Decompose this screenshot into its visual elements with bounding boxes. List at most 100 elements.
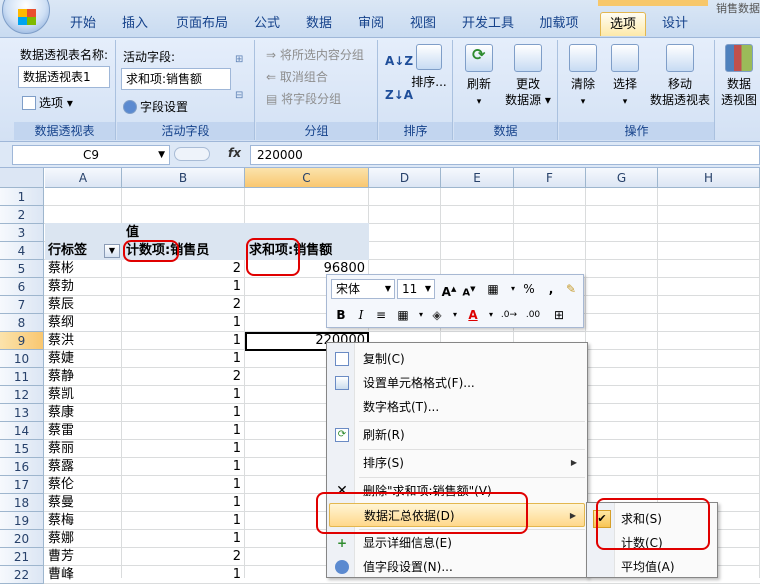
count-cell[interactable]: 1 [122, 350, 245, 368]
formula-bar-toggle[interactable] [174, 147, 210, 161]
office-button[interactable] [2, 0, 50, 34]
menu-item-value-field-settings[interactable]: 值字段设置(N)... [329, 555, 585, 579]
row-label-cell[interactable]: 蔡露 [48, 458, 120, 476]
group-selection-button[interactable]: ⇒ 将所选内容分组 [266, 46, 364, 63]
format-painter-icon[interactable]: ✎ [561, 279, 581, 299]
merge-center-icon[interactable]: ⊞ [549, 305, 569, 325]
font-color-icon[interactable]: A [463, 305, 483, 325]
submenu-item-average[interactable]: 平均值(A) [589, 555, 717, 579]
shrink-font-icon[interactable]: A▼ [459, 279, 479, 299]
menu-item-remove-field[interactable]: ✕ 删除"求和项:销售额"(V) [329, 479, 585, 503]
row-header-7[interactable]: 7 [0, 296, 44, 314]
submenu-item-sum[interactable]: ✔ 求和(S) [589, 507, 717, 531]
count-cell[interactable]: 1 [122, 422, 245, 440]
select-all-corner[interactable] [0, 168, 44, 188]
group-field-button[interactable]: ▤ 将字段分组 [266, 90, 341, 107]
increase-decimal-icon[interactable]: .0→ [499, 305, 519, 325]
count-cell[interactable]: 2 [122, 548, 245, 566]
chevron-down-icon[interactable]: ▼ [158, 146, 165, 164]
italic-icon[interactable]: I [351, 305, 371, 325]
count-cell[interactable]: 1 [122, 332, 245, 350]
count-cell[interactable]: 1 [122, 530, 245, 548]
count-cell[interactable]: 1 [122, 458, 245, 476]
row-header-15[interactable]: 15 [0, 440, 44, 458]
clear-button[interactable]: 清除 ▾ [563, 44, 603, 110]
change-source-button[interactable]: 更改 数据源 ▾ [500, 44, 556, 108]
row-label-cell[interactable]: 蔡静 [48, 368, 120, 386]
tab-home[interactable]: 开始 [58, 12, 108, 36]
menu-item-summarize-by[interactable]: 数据汇总依据(D) ▶ [329, 503, 585, 527]
row-header-22[interactable]: 22 [0, 566, 44, 584]
row-header-14[interactable]: 14 [0, 422, 44, 440]
row-header-16[interactable]: 16 [0, 458, 44, 476]
fill-color-icon[interactable]: ◈ [427, 305, 447, 325]
row-label-cell[interactable]: 蔡纲 [48, 314, 120, 332]
submenu-item-count[interactable]: 计数(C) [589, 531, 717, 555]
collapse-field-icon[interactable]: ⊟ [235, 90, 243, 101]
count-cell[interactable]: 1 [122, 494, 245, 512]
row-header-5[interactable]: 5 [0, 260, 44, 278]
tab-page-layout[interactable]: 页面布局 [166, 12, 238, 36]
percent-icon[interactable]: % [519, 279, 539, 299]
row-header-18[interactable]: 18 [0, 494, 44, 512]
expand-field-icon[interactable]: ⊞ [235, 54, 243, 65]
row-label-cell[interactable]: 蔡辰 [48, 296, 120, 314]
row-header-21[interactable]: 21 [0, 548, 44, 566]
row-header-19[interactable]: 19 [0, 512, 44, 530]
active-field-input[interactable]: 求和项:销售额 [121, 68, 231, 90]
sort-asc-icon[interactable]: A↓Z [385, 54, 413, 68]
font-size-select[interactable]: 11 ▼ [397, 279, 435, 299]
column-header-h[interactable]: H [658, 168, 760, 188]
menu-item-copy[interactable]: 复制(C) [329, 347, 585, 371]
row-label-cell[interactable]: 蔡雷 [48, 422, 120, 440]
row-label-cell[interactable]: 蔡彬 [48, 260, 120, 278]
count-cell[interactable]: 1 [122, 278, 245, 296]
accounting-format-icon[interactable]: ▦ [483, 279, 503, 299]
row-label-cell[interactable]: 蔡梅 [48, 512, 120, 530]
grow-font-icon[interactable]: A▲ [439, 279, 459, 299]
row-header-9[interactable]: 9 [0, 332, 44, 350]
tab-data[interactable]: 数据 [296, 12, 342, 36]
row-label-cell[interactable]: 蔡伦 [48, 476, 120, 494]
row-label-cell[interactable]: 蔡凯 [48, 386, 120, 404]
count-cell[interactable]: 1 [122, 566, 245, 584]
row-header-10[interactable]: 10 [0, 350, 44, 368]
font-name-select[interactable]: 宋体 ▼ [331, 279, 395, 299]
tab-formulas[interactable]: 公式 [244, 12, 290, 36]
tab-review[interactable]: 审阅 [348, 12, 394, 36]
row-header-12[interactable]: 12 [0, 386, 44, 404]
row-header-13[interactable]: 13 [0, 404, 44, 422]
center-align-icon[interactable]: ≡ [371, 305, 391, 325]
sort-desc-icon[interactable]: Z↓A [385, 88, 413, 102]
row-label-cell[interactable]: 蔡曼 [48, 494, 120, 512]
column-header-c[interactable]: C [245, 168, 369, 188]
field-settings-button[interactable]: 字段设置 [123, 98, 188, 115]
row-label-cell[interactable]: 蔡丽 [48, 440, 120, 458]
row-label-cell[interactable]: 曹峰 [48, 566, 120, 584]
row-label-cell[interactable]: 蔡康 [48, 404, 120, 422]
bold-icon[interactable]: B [331, 305, 351, 325]
count-cell[interactable]: 2 [122, 296, 245, 314]
menu-item-refresh[interactable]: ⟳ 刷新(R) [329, 423, 585, 447]
count-cell[interactable]: 2 [122, 260, 245, 278]
tab-design[interactable]: 设计 [652, 12, 698, 36]
row-header-2[interactable]: 2 [0, 206, 44, 224]
count-cell[interactable]: 1 [122, 386, 245, 404]
row-header-17[interactable]: 17 [0, 476, 44, 494]
column-header-g[interactable]: G [586, 168, 658, 188]
select-button[interactable]: 选择 ▾ [605, 44, 645, 110]
menu-item-sort[interactable]: 排序(S) ▶ [329, 451, 585, 475]
tab-developer[interactable]: 开发工具 [452, 12, 524, 36]
row-label-cell[interactable]: 蔡婕 [48, 350, 120, 368]
row-label-cell[interactable]: 曹芳 [48, 548, 120, 566]
column-header-e[interactable]: E [441, 168, 514, 188]
pivot-name-input[interactable]: 数据透视表1 [18, 66, 110, 88]
name-box[interactable]: C9 ▼ [12, 145, 170, 165]
count-cell[interactable]: 1 [122, 404, 245, 422]
refresh-button[interactable]: ⟳ 刷新 ▾ [460, 44, 498, 110]
insert-function-icon[interactable]: fx [228, 146, 241, 160]
column-header-d[interactable]: D [369, 168, 441, 188]
row-label-cell[interactable]: 蔡勃 [48, 278, 120, 296]
sort-button[interactable]: 排序... [411, 44, 447, 90]
row-header-8[interactable]: 8 [0, 314, 44, 332]
